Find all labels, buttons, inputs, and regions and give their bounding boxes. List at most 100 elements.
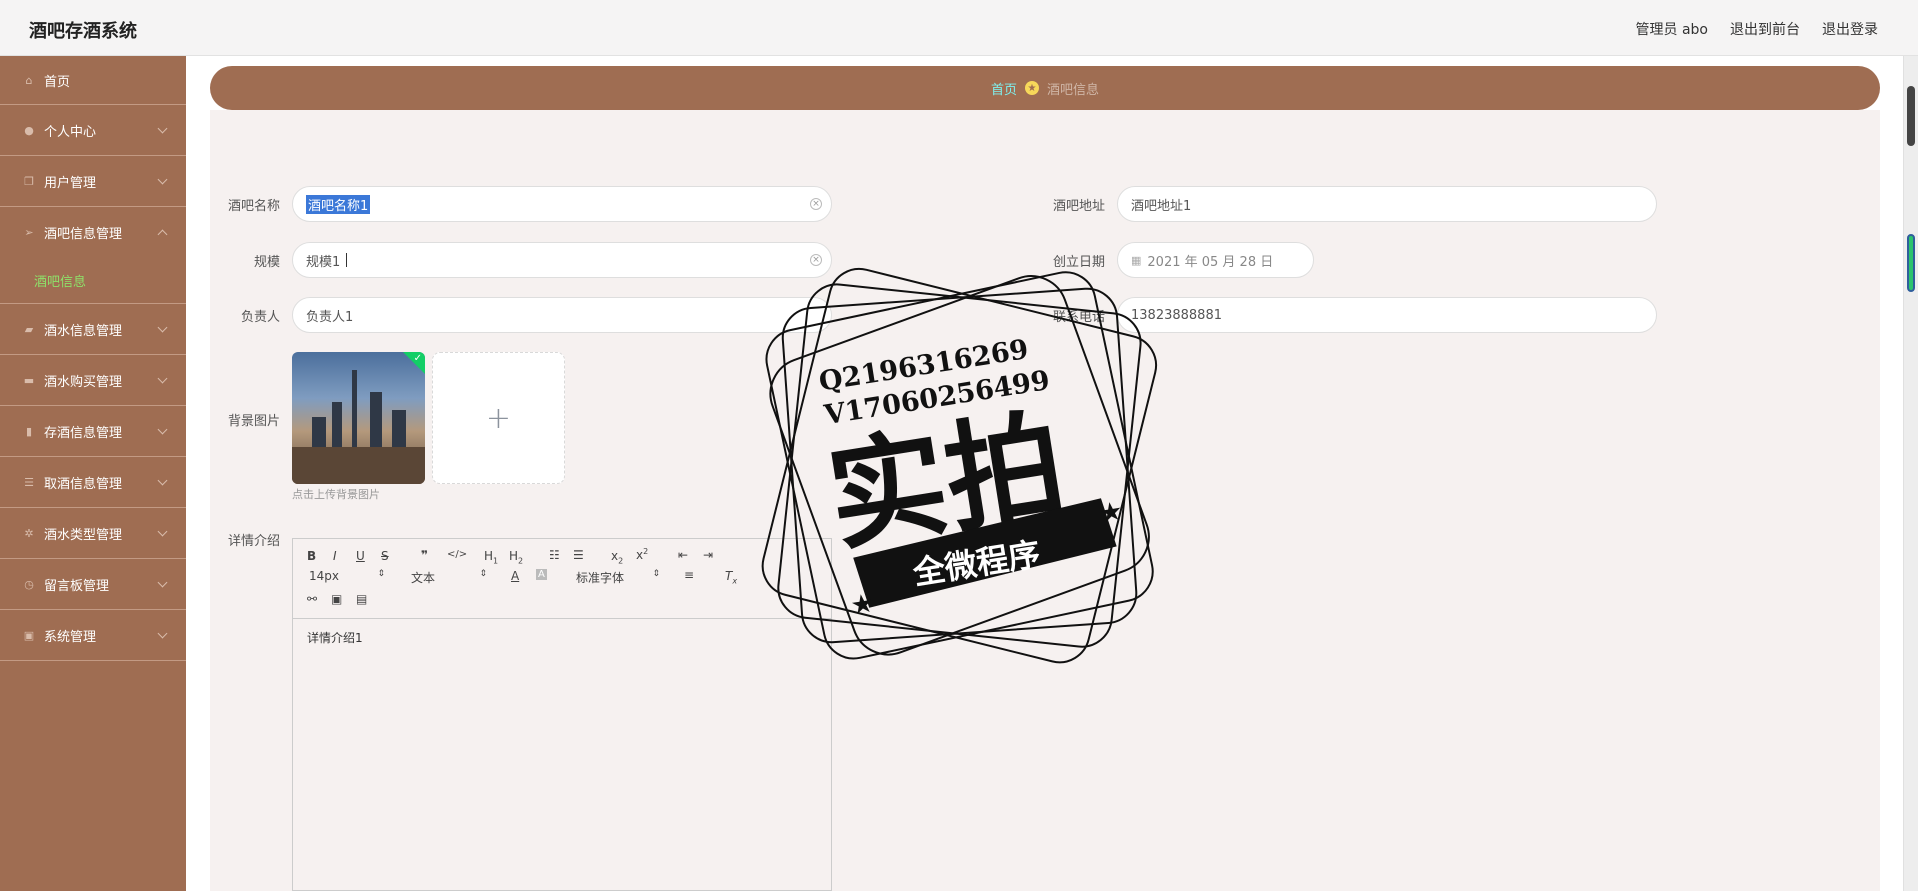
upload-image-button[interactable]: + [432, 352, 565, 484]
manager-input[interactable]: 负责人1 [292, 297, 832, 333]
indent-icon[interactable]: ⇥ [703, 548, 713, 562]
manager-label: 负责人 [240, 310, 280, 325]
sidebar-item-label: 酒吧信息管理 [44, 227, 123, 242]
founding-date-value: 2021 年 05 月 28 日 [1147, 254, 1274, 270]
sidebar-item-messages[interactable]: ◷ 留言板管理 [0, 559, 186, 610]
outdent-icon[interactable]: ⇤ [678, 548, 688, 562]
rich-text-editor[interactable]: B I U S ❞ </> H1 H2 ☷ ☰ x2 x2 ⇤ ⇥ 14px ⇕ [292, 538, 832, 891]
form-panel: 酒吧名称 酒吧名称1 × 酒吧地址 酒吧地址1 规模 规模1 × 创立日期 ▦ … [210, 110, 1880, 891]
bar-address-input[interactable]: 酒吧地址1 [1117, 186, 1657, 222]
plus-icon: + [485, 400, 512, 436]
chevron-down-icon [157, 373, 168, 384]
paragraph-select[interactable]: 文本 ⇕ [411, 569, 487, 586]
bar-name-input[interactable]: 酒吧名称1 × [292, 186, 832, 222]
chevron-down-icon [157, 174, 168, 185]
clear-icon[interactable]: × [810, 254, 822, 266]
sidebar-item-label: 留言板管理 [44, 578, 110, 594]
sidebar-item-retrieval[interactable]: ☰ 取酒信息管理 [0, 457, 186, 508]
clock-icon: ◷ [24, 577, 34, 591]
breadcrumb: 首页 ★ 酒吧信息 [210, 66, 1880, 110]
sidebar-subitem-bar-info[interactable]: 酒吧信息 [0, 258, 186, 304]
chevron-down-icon [157, 424, 168, 435]
app-title: 酒吧存酒系统 [29, 21, 137, 42]
scale-input[interactable]: 规模1 × [292, 242, 832, 278]
quote-icon[interactable]: ❞ [421, 548, 428, 562]
user-icon: ● [24, 123, 34, 137]
sidebar-item-home[interactable]: ⌂ 首页 [0, 56, 186, 105]
chevron-down-icon [157, 322, 168, 333]
page-scrollbar[interactable] [1903, 56, 1918, 891]
sidebar-item-purchases[interactable]: ▬ 酒水购买管理 [0, 355, 186, 406]
name-label: 酒吧名称 [227, 199, 280, 214]
sidebar-item-drinks[interactable]: ▰ 酒水信息管理 [0, 304, 186, 355]
font-family-select[interactable]: 标准字体 ⇕ [576, 569, 660, 586]
sidebar-item-label: 酒水类型管理 [44, 527, 123, 543]
sidebar-item-storage[interactable]: ▮ 存酒信息管理 [0, 406, 186, 457]
clear-format-icon[interactable]: Tx [725, 569, 737, 585]
sidebar-item-label: 系统管理 [44, 629, 97, 645]
scrollbar-thumb[interactable] [1907, 86, 1915, 146]
sidebar-item-label: 取酒信息管理 [44, 476, 123, 492]
h2-button[interactable]: H2 [509, 549, 523, 565]
sidebar-item-types[interactable]: ✲ 酒水类型管理 [0, 508, 186, 559]
sliders-icon: ☰ [24, 475, 34, 489]
top-bar: 酒吧存酒系统 管理员 abo 退出到前台 退出登录 [0, 0, 1918, 56]
sidebar-item-system[interactable]: ▣ 系统管理 [0, 610, 186, 661]
thumb-icon: ▰ [24, 322, 34, 336]
background-image-thumbnail[interactable]: ✓ [292, 352, 425, 484]
scale-label: 规模 [253, 255, 280, 270]
sidebar-item-label: 存酒信息管理 [44, 425, 123, 441]
settings-icon: ✲ [24, 526, 34, 540]
chevron-down-icon [157, 475, 168, 486]
front-link[interactable]: 退出到前台 [1730, 19, 1800, 39]
clear-icon[interactable]: × [810, 198, 822, 210]
sidebar-item-label: 酒水信息管理 [44, 323, 123, 339]
bold-button[interactable]: B [307, 549, 316, 563]
underline-button[interactable]: U [356, 549, 365, 563]
breadcrumb-current: 酒吧信息 [1047, 82, 1100, 98]
sidebar-item-label: 用户管理 [44, 175, 97, 191]
sidebar-item-label: 个人中心 [44, 124, 97, 140]
chevron-up-icon [157, 229, 168, 240]
admin-user-label: 管理员 abo [1635, 22, 1708, 38]
font-size-select[interactable]: 14px ⇕ [309, 569, 385, 583]
sidebar-item-bar-info[interactable]: ➢ 酒吧信息管理 [0, 207, 186, 258]
breadcrumb-home[interactable]: 首页 [991, 79, 1017, 98]
sidebar-subitem-label: 酒吧信息 [34, 275, 87, 290]
scrollbar-thumb-secondary[interactable] [1907, 234, 1915, 292]
subscript-button[interactable]: x2 [611, 549, 623, 565]
bullet-list-icon[interactable]: ☰ [573, 548, 584, 562]
bar-name-value: 酒吧名称1 [306, 194, 371, 214]
calendar-icon: ▦ [1131, 253, 1142, 267]
ordered-list-icon[interactable]: ☷ [549, 548, 560, 562]
sidebar-item-label: 酒水购买管理 [44, 374, 123, 390]
italic-button[interactable]: I [333, 549, 337, 563]
image-label: 背景图片 [227, 414, 280, 429]
editor-content[interactable]: 详情介绍1 [293, 619, 831, 656]
address-label: 酒吧地址 [1052, 199, 1105, 214]
link-icon[interactable]: ⚯ [307, 592, 317, 606]
chevron-down-icon [157, 628, 168, 639]
code-icon[interactable]: </> [447, 549, 467, 560]
strike-button[interactable]: S [381, 549, 389, 563]
check-icon: ✓ [413, 353, 422, 364]
top-links: 管理员 abo 退出到前台 退出登录 [1636, 19, 1878, 39]
font-color-button[interactable]: A [511, 569, 519, 583]
phone-label: 联系电话 [1052, 310, 1105, 325]
paragraph-value: 文本 [411, 571, 436, 585]
h1-button[interactable]: H1 [484, 549, 498, 565]
superscript-button[interactable]: x2 [636, 547, 648, 562]
image-insert-icon[interactable]: ▣ [331, 592, 342, 606]
video-insert-icon[interactable]: ▤ [356, 592, 367, 606]
background-color-button[interactable]: A [536, 569, 547, 580]
logout-link[interactable]: 退出登录 [1822, 19, 1878, 39]
phone-input[interactable]: 13823888881 [1117, 297, 1657, 333]
chevron-down-icon [157, 526, 168, 537]
sidebar: ⌂ 首页 ● 个人中心 ❐ 用户管理 ➢ 酒吧信息管理 酒吧信息 ▰ 酒水信息管… [0, 56, 186, 891]
align-icon[interactable]: ≡ [684, 568, 694, 582]
founding-date-picker[interactable]: ▦ 2021 年 05 月 28 日 [1117, 242, 1314, 278]
sidebar-item-profile[interactable]: ● 个人中心 [0, 105, 186, 156]
bottle-icon: ▮ [25, 424, 33, 438]
send-icon: ➢ [24, 226, 34, 239]
sidebar-item-users[interactable]: ❐ 用户管理 [0, 156, 186, 207]
